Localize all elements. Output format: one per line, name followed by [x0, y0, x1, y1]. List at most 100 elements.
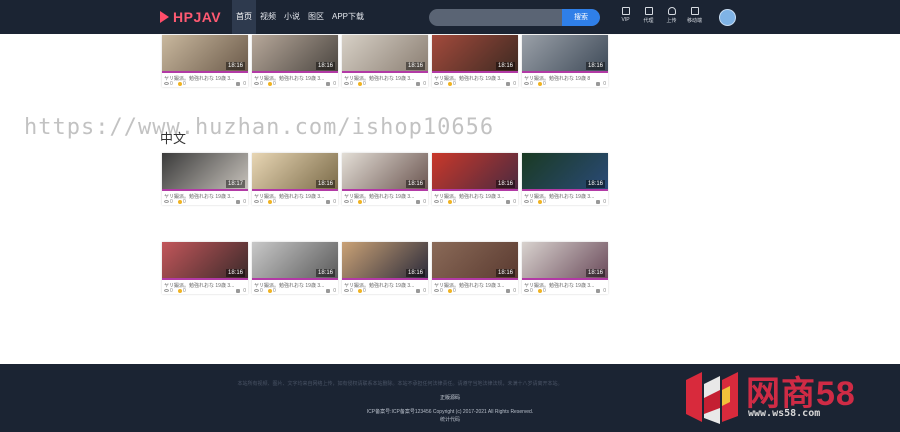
video-duration: 18:16: [405, 62, 425, 70]
video-card[interactable]: 18:17 ヤリ鍛派。勉強れおな 19歳 3... 0 0 0: [162, 153, 248, 205]
video-meta: 0 0 0: [164, 81, 246, 87]
eye-icon: [434, 289, 439, 292]
video-card[interactable]: 18:16 ヤリ鍛派。勉強れおな 19歳 8000: [522, 35, 608, 87]
thumbs-up-icon: [416, 81, 420, 86]
video-card[interactable]: 18:16 ヤリ鍛派。勉強れおな 19歳 3... 0 0 0: [252, 153, 338, 205]
coin-count: 0: [363, 199, 366, 205]
video-card[interactable]: 18:16 ヤリ鍛派。勉強れおな 19歳 3... 0 0 0: [252, 35, 338, 87]
view-count: 0: [440, 288, 443, 294]
nav-item-home[interactable]: 首页: [232, 0, 256, 34]
video-thumbnail[interactable]: 18:16: [162, 242, 248, 280]
vip-button[interactable]: VIP: [614, 7, 637, 24]
video-thumbnail[interactable]: 18:16: [252, 242, 338, 280]
thumbs-up-icon: [416, 288, 420, 293]
like-count: 0: [423, 81, 426, 87]
agent-button[interactable]: 代理: [637, 7, 660, 24]
video-duration: 18:16: [315, 62, 335, 70]
thumbs-up-icon: [236, 288, 240, 293]
like-count: 0: [333, 199, 336, 205]
eye-icon: [164, 289, 169, 292]
video-thumbnail[interactable]: 18:16: [342, 242, 428, 280]
coin-icon: [448, 199, 452, 204]
nav-item-app-download[interactable]: APP下载: [328, 0, 368, 34]
thumbs-up-icon: [236, 199, 240, 204]
video-card[interactable]: 18:16 ヤリ鍛派。勉強れおな 19歳 3... 0 0 0: [342, 242, 428, 294]
search-input[interactable]: [429, 9, 563, 26]
thumbnail-stripe: [162, 71, 248, 73]
video-thumbnail[interactable]: 18:17: [162, 153, 248, 191]
video-card[interactable]: 18:16 ヤリ鍛派。勉強れおな 19歳 3... 0 0 0: [162, 242, 248, 294]
coin-icon: [448, 81, 452, 86]
thumbnail-stripe: [432, 189, 518, 191]
video-meta: 0 0 0: [524, 288, 606, 294]
qr-code-icon: [690, 7, 699, 15]
video-duration: 18:16: [495, 180, 515, 188]
nav-item-video[interactable]: 视频: [256, 0, 280, 34]
agent-icon: [644, 7, 653, 15]
thumbnail-stripe: [162, 189, 248, 191]
coin-icon: [268, 288, 272, 293]
coin-icon: [178, 288, 182, 293]
vip-label: VIP: [621, 17, 630, 23]
vip-icon: [621, 7, 630, 15]
coin-count: 0: [273, 288, 276, 294]
nav-item-gallery[interactable]: 图区: [304, 0, 328, 34]
like-count: 0: [333, 81, 336, 87]
user-avatar[interactable]: [719, 9, 736, 26]
search-button[interactable]: 搜索: [562, 9, 600, 26]
video-thumbnail[interactable]: 18:16: [522, 242, 608, 280]
video-thumbnail[interactable]: 18:16: [522, 153, 608, 191]
video-card[interactable]: 18:16 ヤリ鍛派。勉強れおな 19歳 3... 0 0 0: [432, 153, 518, 205]
like-count: 0: [243, 199, 246, 205]
video-thumbnail[interactable]: 18:16: [252, 35, 338, 73]
video-card[interactable]: 18:16 ヤリ鍛派。勉強れおな 19歳 3... 0 0 0: [342, 153, 428, 205]
thumbs-up-icon: [506, 288, 510, 293]
eye-icon: [254, 200, 259, 203]
thumbs-up-icon: [326, 288, 330, 293]
video-duration: 18:16: [585, 62, 605, 70]
coin-icon: [268, 199, 272, 204]
video-card[interactable]: 18:16 ヤリ鍛派。勉強れおな 19歳 3... 0 0 0: [162, 35, 248, 87]
nav-item-novel[interactable]: 小说: [280, 0, 304, 34]
video-card[interactable]: 18:16 ヤリ鍛派。勉強れおな 19歳 3... 0 0 0: [252, 242, 338, 294]
video-card[interactable]: 18:16 ヤリ鍛派。勉強れおな 19歳 3... 0 0 0: [432, 242, 518, 294]
view-count: 0: [170, 199, 173, 205]
video-thumbnail[interactable]: 18:16: [522, 35, 608, 73]
video-meta: 0 0 0: [524, 81, 606, 87]
video-card[interactable]: 18:16 ヤリ鍛派。勉強れおな 19歳 3... 0 0 0: [522, 242, 608, 294]
video-meta: 0 0 0: [344, 81, 426, 87]
view-count: 0: [350, 288, 353, 294]
coin-count: 0: [183, 199, 186, 205]
thumbnail-stripe: [432, 71, 518, 73]
video-thumbnail[interactable]: 18:16: [342, 153, 428, 191]
thumbnail-stripe: [522, 189, 608, 191]
view-count: 0: [440, 199, 443, 205]
video-thumbnail[interactable]: 18:16: [162, 35, 248, 73]
video-card[interactable]: 18:16 ヤリ鍛派。勉強れおな 19歳 3... 0 0 0: [342, 35, 428, 87]
top-navigation-bar: HPJAV 首页 视频 小说 图区 APP下载 搜索 VIP 代理 上传 移动端: [0, 0, 900, 34]
thumbnail-stripe: [252, 278, 338, 280]
eye-icon: [164, 200, 169, 203]
video-card[interactable]: 18:16 ヤリ鍛派。勉強れおな 19歳 3... 0 0 0: [432, 35, 518, 87]
video-thumbnail[interactable]: 18:16: [432, 153, 518, 191]
mobile-button[interactable]: 移动端: [683, 7, 706, 24]
video-thumbnail[interactable]: 18:16: [252, 153, 338, 191]
thumbs-up-icon: [506, 199, 510, 204]
coin-count: 0: [453, 199, 456, 205]
video-card[interactable]: 18:16 ヤリ鍛派。勉強れおな 19歳 3... 0 0 0: [522, 153, 608, 205]
main-nav: 首页 视频 小说 图区 APP下载: [232, 0, 368, 34]
coin-count: 0: [183, 288, 186, 294]
coin-icon: [178, 199, 182, 204]
video-thumbnail[interactable]: 18:16: [432, 242, 518, 280]
brand-cube-logo-icon: [686, 372, 738, 424]
eye-icon: [434, 82, 439, 85]
thumbs-up-icon: [326, 81, 330, 86]
site-logo[interactable]: HPJAV: [160, 8, 221, 26]
eye-icon: [254, 289, 259, 292]
agent-label: 代理: [643, 18, 654, 24]
video-thumbnail[interactable]: 18:16: [432, 35, 518, 73]
video-thumbnail[interactable]: 18:16: [342, 35, 428, 73]
thumbnail-stripe: [342, 189, 428, 191]
upload-button[interactable]: 上传: [660, 7, 683, 24]
eye-icon: [164, 82, 169, 85]
